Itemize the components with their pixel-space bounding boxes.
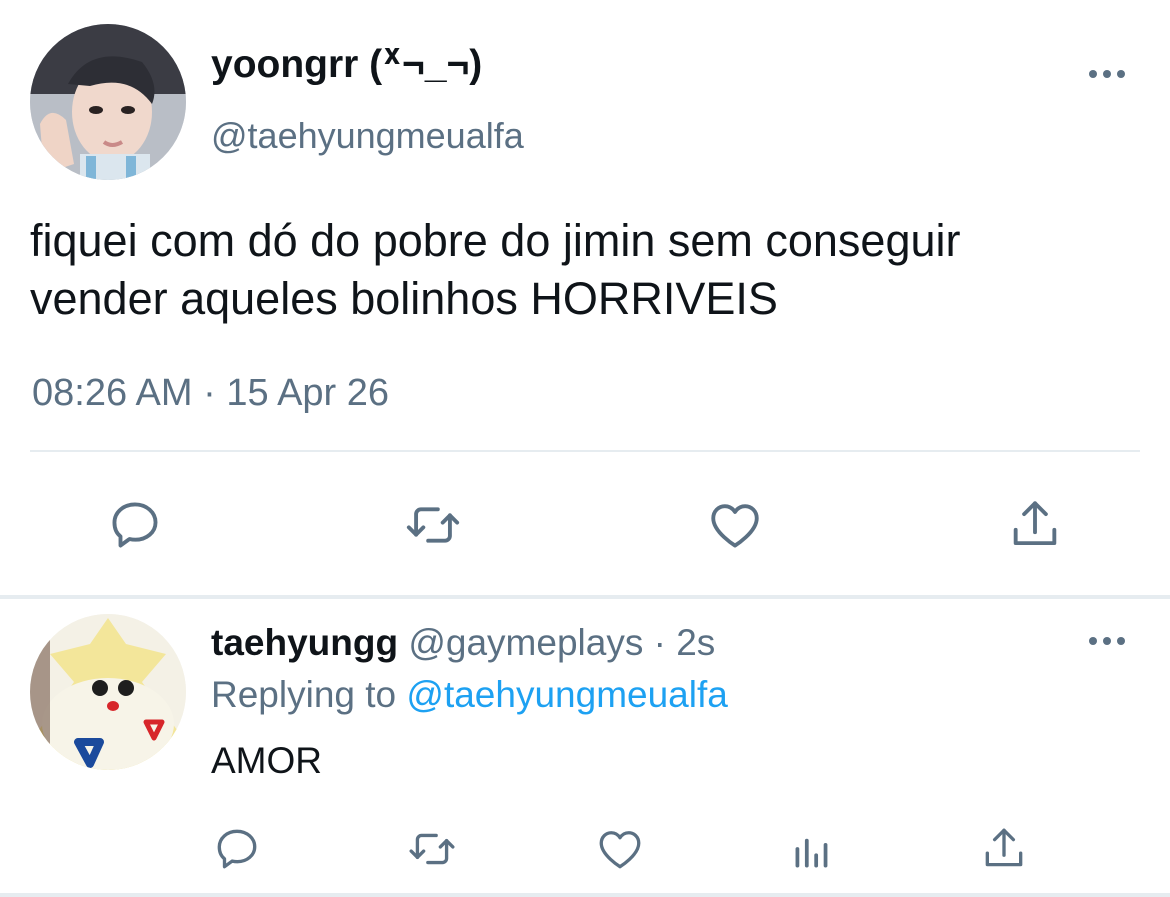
main-tweet: yoongrr (ᕁ¬_¬) @taehyungmeualfa fiquei c…	[0, 0, 1170, 597]
tweet-text-line: fiquei com dó do pobre do jimin sem cons…	[30, 215, 961, 266]
tweet-timestamp[interactable]: 08:26 AM · 15 Apr 26	[32, 372, 389, 415]
replying-handle-link[interactable]: @taehyungmeualfa	[406, 674, 727, 715]
tweet-text-line: vender aqueles bolinhos HORRIVEIS	[30, 273, 778, 324]
like-icon[interactable]	[588, 817, 652, 881]
avatar-photo	[30, 24, 186, 180]
author-avatar[interactable]	[30, 24, 186, 180]
tweet-time: 08:26 AM	[32, 372, 193, 414]
reply-text: AMOR	[211, 740, 322, 781]
reply-icon[interactable]	[103, 493, 167, 557]
divider	[30, 450, 1140, 452]
more-options-icon[interactable]	[1087, 635, 1127, 647]
share-icon[interactable]	[1003, 493, 1067, 557]
reply-icon[interactable]	[205, 817, 269, 881]
reply-author-name[interactable]: taehyungg	[211, 622, 398, 663]
author-name[interactable]: yoongrr (ᕁ¬_¬)	[211, 42, 482, 87]
author-handle[interactable]: @taehyungmeualfa	[211, 115, 524, 157]
share-icon[interactable]	[972, 817, 1036, 881]
reply-author-avatar[interactable]	[30, 614, 186, 770]
retweet-icon[interactable]	[401, 493, 465, 557]
tweet-date: 15 Apr 26	[226, 372, 390, 414]
reply-header: taehyungg @gaymeplays · 2s	[211, 622, 715, 664]
replying-prefix: Replying to	[211, 674, 397, 715]
reply-author-handle[interactable]: @gaymeplays	[408, 622, 643, 663]
like-icon[interactable]	[703, 493, 767, 557]
reply-timestamp[interactable]: 2s	[676, 622, 715, 663]
analytics-icon[interactable]	[780, 817, 844, 881]
meta-separator: ·	[203, 372, 216, 414]
tweet-text: fiquei com dó do pobre do jimin sem cons…	[30, 212, 1160, 328]
section-divider	[0, 893, 1170, 897]
retweet-icon[interactable]	[400, 817, 464, 881]
meta-separator: ·	[653, 622, 666, 663]
replying-to: Replying to @taehyungmeualfa	[211, 674, 728, 716]
avatar-photo	[30, 614, 186, 770]
section-divider	[0, 595, 1170, 599]
more-options-icon[interactable]	[1087, 68, 1127, 80]
